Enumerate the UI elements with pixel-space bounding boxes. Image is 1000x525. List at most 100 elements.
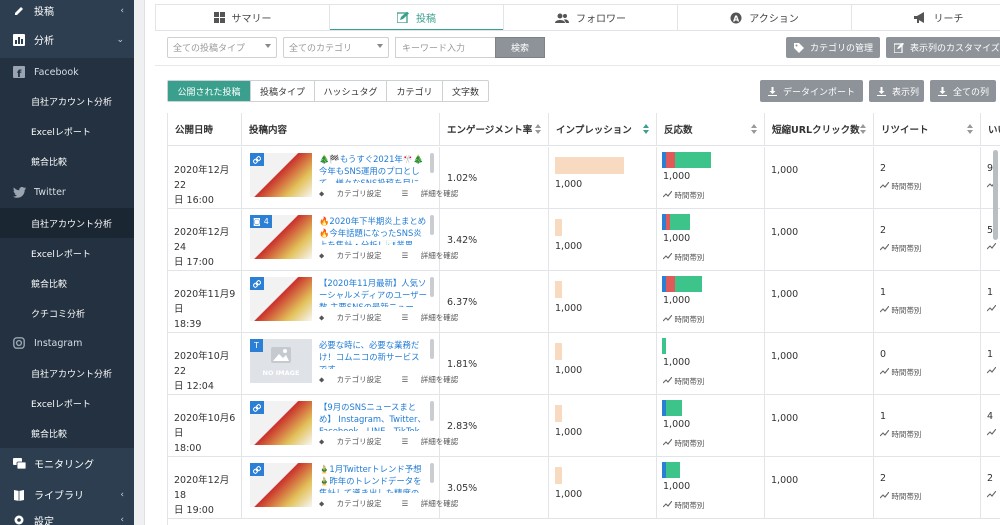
sidebar-item-tw-excel[interactable]: Excelレポート: [0, 238, 134, 268]
time-breakdown-link[interactable]: 時間帯別: [662, 252, 704, 263]
sidebar-monitoring[interactable]: モニタリング: [0, 448, 134, 479]
sidebar-item-ig-own[interactable]: 自社アカウント分析: [0, 358, 134, 388]
category-select[interactable]: 全てのカテゴリ: [283, 37, 389, 58]
post-text-link[interactable]: 必要な時に、必要な業務だけ！コムニコの新サービスです✨https://twitt…: [319, 339, 427, 369]
keyword-input[interactable]: キーワード入力: [395, 37, 495, 58]
time-breakdown-link[interactable]: 時間帯別: [662, 314, 704, 325]
time-breakdown-link[interactable]: 時間帯別: [879, 367, 921, 378]
table-row: 2020年12月22 日 16:00 🎄🏁もうすぐ2021年🎌🎄今年もSNS運用の…: [168, 147, 1000, 209]
reactions-cell: 1,000 時間帯別: [657, 333, 765, 395]
subtab-published[interactable]: 公開された投稿: [168, 81, 251, 101]
sidebar-item-fb-compare[interactable]: 競合比較: [0, 146, 134, 176]
data-import-button[interactable]: データインポート: [760, 80, 863, 102]
col-header-url-clicks[interactable]: 短縮URLクリック数: [765, 113, 874, 146]
post-thumbnail[interactable]: ◙ 4: [250, 215, 312, 259]
col-header-impressions[interactable]: インプレッション: [549, 113, 657, 146]
category-setting-link[interactable]: ⬥ カテゴリ設定: [319, 312, 392, 323]
engagement-rate: 2.83%: [440, 395, 549, 457]
display-columns-button[interactable]: 表示列: [869, 80, 924, 102]
sidebar-item-tw-own[interactable]: 自社アカウント分析: [0, 208, 134, 238]
category-setting-link[interactable]: ⬥ カテゴリ設定: [319, 250, 392, 261]
time-breakdown-link[interactable]: 時間帯別: [879, 243, 921, 254]
col-header-engagement[interactable]: エンゲージメント率: [440, 113, 549, 146]
chevron-left-icon: ‹: [120, 489, 124, 500]
category-manage-button[interactable]: カテゴリの管理: [786, 37, 880, 58]
sidebar-library[interactable]: ライブラリ ‹: [0, 479, 134, 510]
sidebar-item-fb-excel[interactable]: Excelレポート: [0, 116, 134, 146]
post-type-badge: [250, 401, 264, 414]
category-setting-link[interactable]: ⬥ カテゴリ設定: [319, 436, 392, 447]
sidebar-settings[interactable]: 設定 ‹: [0, 510, 134, 525]
tab-reach[interactable]: リーチ: [852, 5, 1000, 30]
sidebar-item-ig-compare[interactable]: 競合比較: [0, 418, 134, 448]
sidebar-item-fb-own[interactable]: 自社アカウント分析: [0, 86, 134, 116]
time-breakdown-link[interactable]: 時間帯別: [879, 491, 921, 502]
tab-followers[interactable]: フォロワー: [504, 5, 678, 30]
post-type-badge: ◙ 4: [250, 215, 272, 228]
col-header-content[interactable]: 投稿内容: [242, 113, 440, 146]
search-button[interactable]: 検索: [495, 37, 545, 58]
chevron-left-icon: ‹: [120, 5, 124, 16]
sort-icon: [643, 124, 649, 136]
post-text-link[interactable]: 🎄🏁もうすぐ2021年🎌🎄今年もSNS運用のプロとして、様々なSNS投稿を目にし…: [319, 153, 427, 183]
tab-actions[interactable]: A アクション: [678, 5, 852, 30]
like-value: 1: [987, 349, 994, 360]
download-icon: [877, 86, 886, 96]
sidebar-item-tw-kuchikomi[interactable]: クチコミ分析: [0, 298, 134, 328]
post-thumbnail[interactable]: NO IMAGE T: [250, 339, 312, 383]
main-area: サマリー 投稿 フォロワー A アクション リーチ 全ての投稿タイプ 全てのカテ…: [134, 0, 1000, 525]
post-thumbnail[interactable]: [250, 277, 312, 321]
time-breakdown-link[interactable]: 時間帯別: [879, 181, 921, 192]
time-breakdown-link[interactable]: 時間帯別: [662, 376, 704, 387]
url-clicks-cell: 1,000: [765, 147, 874, 209]
sidebar-item-ig-excel[interactable]: Excelレポート: [0, 388, 134, 418]
impression-bar: [555, 157, 624, 174]
category-setting-link[interactable]: ⬥ カテゴリ設定: [319, 498, 392, 509]
col-header-retweets[interactable]: リツイート: [874, 113, 981, 146]
table-row: 2020年10月22 日 12:04 NO IMAGE T 必要な時に、必要な業務だけ…: [168, 333, 1000, 395]
engagement-rate: 6.37%: [440, 271, 549, 333]
post-text-link[interactable]: 🎍1月Twitterトレンド予想🎍昨年のトレンドデータを集計して導き出した精度の…: [319, 463, 427, 493]
list-icon: ☰: [401, 499, 411, 508]
post-thumbnail[interactable]: [250, 153, 312, 197]
list-icon: ☰: [401, 375, 411, 384]
post-thumbnail[interactable]: [250, 401, 312, 445]
subtab-hashtag[interactable]: ハッシュタグ: [315, 81, 387, 101]
time-breakdown-link[interactable]: 時間帯別: [879, 429, 921, 440]
text-scrollbar[interactable]: [430, 463, 434, 483]
category-setting-link[interactable]: ⬥ カテゴリ設定: [319, 188, 392, 199]
col-header-likes[interactable]: いい: [981, 113, 1000, 146]
post-thumbnail[interactable]: [250, 463, 312, 507]
subtab-char-count[interactable]: 文字数: [443, 81, 488, 101]
tab-summary[interactable]: サマリー: [156, 5, 330, 30]
post-text-link[interactable]: 【2020年11月最新】人気ソーシャルメディアのユーザー数 主要SNSの最新ニュ…: [319, 277, 427, 307]
twitter-icon: [12, 185, 26, 199]
text-scrollbar[interactable]: [430, 277, 434, 297]
all-columns-button[interactable]: 全ての列: [930, 80, 996, 102]
subtab-post-type[interactable]: 投稿タイプ: [251, 81, 315, 101]
col-header-date[interactable]: 公開日時: [168, 113, 242, 146]
col-header-reactions[interactable]: 反応数: [657, 113, 765, 146]
text-scrollbar[interactable]: [430, 401, 434, 421]
time-breakdown-link[interactable]: 時間帯別: [662, 190, 704, 201]
category-setting-link[interactable]: ⬥ カテゴリ設定: [319, 374, 392, 385]
table-row: 2020年11月9日 18:39 【2020年11月最新】人気ソーシャルメディアの…: [168, 271, 1000, 333]
time-breakdown-link[interactable]: 時間帯別: [662, 500, 704, 511]
post-text-link[interactable]: 🔥2020年下半期炎上まとめ🔥今年話題になったSNS炎上を集計・分析！📊業界別、…: [319, 215, 427, 245]
vertical-scrollbar[interactable]: [993, 150, 998, 240]
sidebar-post[interactable]: 投稿 ‹: [0, 0, 134, 21]
text-scrollbar[interactable]: [430, 153, 434, 173]
sidebar-item-tw-compare[interactable]: 競合比較: [0, 268, 134, 298]
post-type-select[interactable]: 全ての投稿タイプ: [167, 37, 277, 58]
column-customize-button[interactable]: 表示列のカスタマイズ: [886, 37, 1000, 58]
post-text-link[interactable]: 【9月のSNSニュースまとめ】 Instagram、Twitter、Facebo…: [319, 401, 427, 431]
time-breakdown-link[interactable]: 時間帯別: [662, 438, 704, 449]
tab-posts[interactable]: 投稿: [330, 5, 504, 31]
url-clicks-cell: 1,000: [765, 395, 874, 457]
subtab-category[interactable]: カテゴリ: [387, 81, 443, 101]
reaction-bar: [662, 152, 711, 168]
text-scrollbar[interactable]: [430, 215, 434, 235]
text-scrollbar[interactable]: [430, 339, 434, 359]
time-breakdown-link[interactable]: 時間帯別: [879, 305, 921, 316]
sidebar-analysis[interactable]: 分析 ⌄: [0, 21, 134, 58]
